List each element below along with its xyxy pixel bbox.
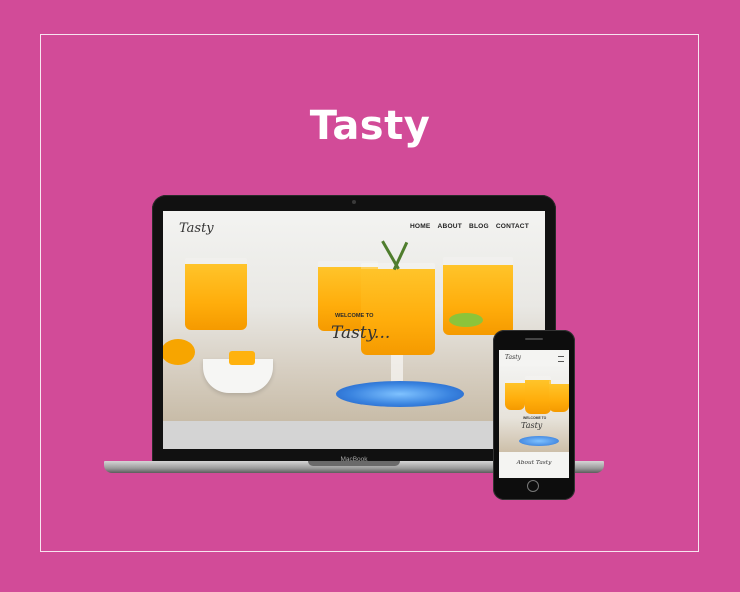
phone-hero-tagline: Tasty: [521, 421, 543, 430]
phone-site-logo[interactable]: Tasty: [505, 354, 521, 361]
speaker-icon: [525, 338, 543, 340]
page-title: Tasty: [309, 103, 431, 149]
screen-footer-area: [163, 421, 545, 449]
nav-about[interactable]: ABOUT: [438, 223, 462, 230]
phone-hero-welcome: WELCOME TO: [523, 416, 547, 420]
laptop-screen: Tasty HOME ABOUT BLOG CONTACT WELCOME TO…: [163, 211, 545, 449]
phone-juice-glass: [505, 380, 525, 410]
mango-cubes: [229, 351, 255, 365]
phone-juice-glass: [525, 376, 551, 414]
hero-image: Tasty HOME ABOUT BLOG CONTACT WELCOME TO…: [163, 211, 545, 421]
phone-screen: Tasty WELCOME TO Tasty About Tasty: [499, 350, 569, 478]
phone-hero-image: WELCOME TO Tasty: [499, 366, 569, 452]
phone-mockup: Tasty WELCOME TO Tasty About Tasty: [493, 330, 575, 500]
blue-coaster: [336, 381, 464, 407]
nav-contact[interactable]: CONTACT: [496, 223, 529, 230]
laptop-brand: MacBook: [340, 456, 368, 463]
orange-slice: [163, 339, 195, 365]
phone-about-heading: About Tasty: [516, 460, 552, 466]
home-button-icon[interactable]: [527, 480, 539, 492]
hero-welcome: WELCOME TO: [335, 313, 374, 319]
hero-tagline: Tasty...: [331, 323, 391, 343]
site-nav: HOME ABOUT BLOG CONTACT: [410, 223, 529, 230]
nav-home[interactable]: HOME: [410, 223, 431, 230]
hamburger-menu-icon[interactable]: [558, 356, 564, 362]
camera-icon: [352, 200, 356, 204]
site-logo[interactable]: Tasty: [179, 221, 214, 236]
phone-juice-glass: [549, 380, 569, 412]
juice-glass-left: [185, 258, 247, 330]
phone-blue-coaster: [519, 436, 559, 446]
lime-slice: [449, 313, 483, 327]
nav-blog[interactable]: BLOG: [469, 223, 489, 230]
